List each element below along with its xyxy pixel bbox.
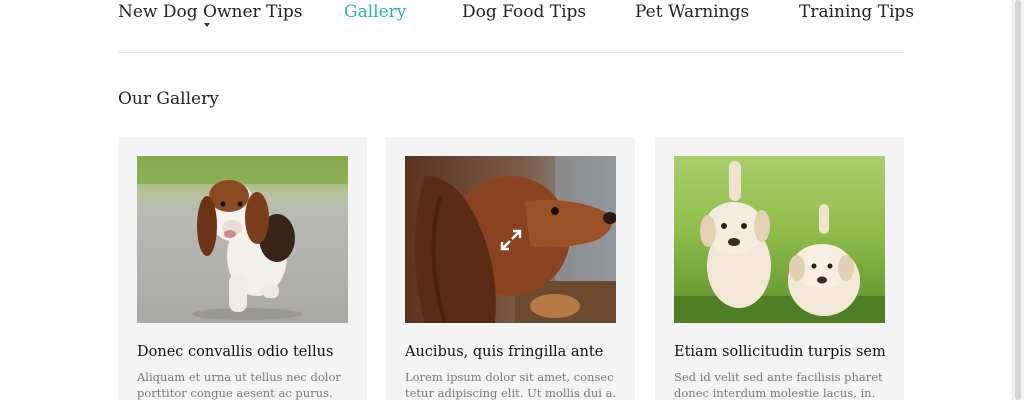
nav-item-new-dog-owner-tips[interactable]: New Dog Owner Tips xyxy=(118,2,302,22)
gallery-card-text: Aliquam et urna ut tellus nec dolor port… xyxy=(137,370,341,400)
gallery-card: Etiam sollicitudin turpis sem Sed id vel… xyxy=(655,137,904,400)
nav-item-pet-warnings[interactable]: Pet Warnings xyxy=(635,2,749,22)
main-nav: New Dog Owner Tips Gallery Dog Food Tips… xyxy=(118,0,914,30)
gallery-card-text: Lorem ipsum dolor sit amet, consec tetur… xyxy=(405,370,617,400)
gallery-card-title[interactable]: Aucibus, quis fringilla ante xyxy=(405,342,603,362)
gallery-card: Donec convallis odio tellus Aliquam et u… xyxy=(118,137,367,400)
gallery-image-basset-hound[interactable] xyxy=(137,156,348,323)
gallery-card-title[interactable]: Etiam sollicitudin turpis sem xyxy=(674,342,886,362)
nav-divider xyxy=(118,52,904,53)
nav-item-dog-food-tips[interactable]: Dog Food Tips xyxy=(462,2,586,22)
nav-item-gallery[interactable]: Gallery xyxy=(344,2,406,22)
nav-item-training-tips[interactable]: Training Tips xyxy=(799,2,914,22)
scrollbar-thumb[interactable] xyxy=(1015,0,1021,400)
gallery-heading: Our Gallery xyxy=(118,89,219,109)
gallery-image-labrador-puppies[interactable] xyxy=(674,156,885,323)
gallery-image-setter-dog[interactable] xyxy=(405,156,616,323)
gallery-card-text: Sed id velit sed ante facilisis pharet d… xyxy=(674,370,883,400)
gallery-card: Aucibus, quis fringilla ante Lorem ipsum… xyxy=(386,137,635,400)
caret-down-icon[interactable] xyxy=(204,23,210,27)
expand-arrows-icon[interactable] xyxy=(500,229,522,251)
gallery-card-title[interactable]: Donec convallis odio tellus xyxy=(137,342,333,362)
